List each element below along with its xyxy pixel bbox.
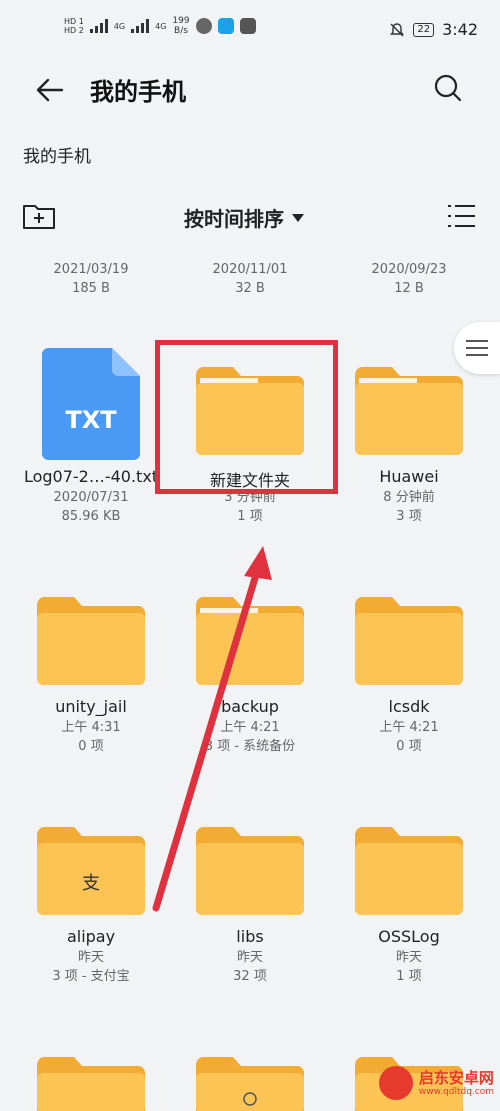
folder-icon — [196, 1057, 304, 1111]
network-type-2: 4G — [155, 21, 167, 31]
folder-icon — [37, 1057, 145, 1111]
network-speed: 199 B/s — [172, 16, 190, 36]
list-item[interactable]: OSSLog 昨天 1 项 — [334, 805, 484, 990]
highlight-box — [155, 340, 338, 494]
mail-app-icon — [239, 18, 256, 34]
search-app-icon — [217, 18, 234, 34]
dropdown-triangle-icon — [292, 213, 304, 222]
signal-icon — [89, 19, 108, 33]
clock: 3:42 — [442, 20, 478, 39]
list-item[interactable]: lcsdk 上午 4:21 0 项 — [334, 575, 484, 760]
network-type-1: 4G — [113, 21, 126, 31]
sort-label: 按时间排序 — [184, 207, 284, 231]
signal-icon — [131, 19, 150, 33]
status-bar: HD 1 HD 2 4G 4G 199 B/s 22 3:42 — [0, 0, 500, 60]
sort-dropdown[interactable]: 按时间排序 — [184, 203, 304, 232]
breadcrumb[interactable]: 我的手机 — [23, 142, 91, 167]
folder-icon — [196, 827, 304, 915]
new-folder-icon[interactable] — [22, 201, 56, 231]
txt-file-icon: TXT — [42, 348, 140, 460]
svg-text:TXT: TXT — [65, 406, 117, 434]
sim2-hd-badge: HD 2 — [64, 26, 84, 35]
list-item[interactable]: Huawei 8 分钟前 3 项 — [334, 345, 484, 530]
list-item[interactable]: TXT Log07-2…-40.txt 2020/07/31 85.96 KB — [16, 345, 166, 530]
mute-bell-icon — [390, 22, 405, 36]
list-item[interactable]: 2020/09/23 12 B — [334, 260, 484, 298]
battery-indicator: 22 — [413, 22, 435, 37]
folder-icon — [355, 827, 463, 915]
folder-icon — [37, 597, 145, 685]
page-title: 我的手机 — [90, 78, 186, 106]
list-view-icon[interactable] — [446, 203, 476, 229]
folder-icon: 支 — [37, 827, 145, 915]
sim1-hd-badge: HD 1 — [64, 17, 84, 26]
list-item[interactable]: 支 alipay 昨天 3 项 - 支付宝 — [16, 805, 166, 990]
folder-icon — [355, 597, 463, 685]
list-item[interactable]: 2020/11/01 32 B — [175, 260, 325, 298]
back-arrow-icon[interactable] — [34, 74, 66, 106]
search-icon[interactable] — [432, 72, 464, 104]
folder-icon — [196, 597, 304, 685]
file-toolbar: 按时间排序 — [0, 195, 500, 239]
wechat-icon — [195, 18, 212, 34]
watermark-logo-icon — [378, 1066, 413, 1100]
watermark: 启东安卓网 www.qdltdq.com — [344, 1055, 500, 1111]
folder-icon — [355, 367, 463, 455]
list-item[interactable]: unity_jail 上午 4:31 0 项 — [16, 575, 166, 760]
app-header: 我的手机 — [0, 60, 500, 120]
alipay-badge-icon: 支 — [82, 873, 100, 894]
list-item[interactable]: libs 昨天 32 项 — [175, 805, 325, 990]
list-item[interactable]: 2021/03/19 185 B — [16, 260, 166, 298]
list-item[interactable]: backup 上午 4:21 3 项 - 系统备份 — [175, 575, 325, 760]
